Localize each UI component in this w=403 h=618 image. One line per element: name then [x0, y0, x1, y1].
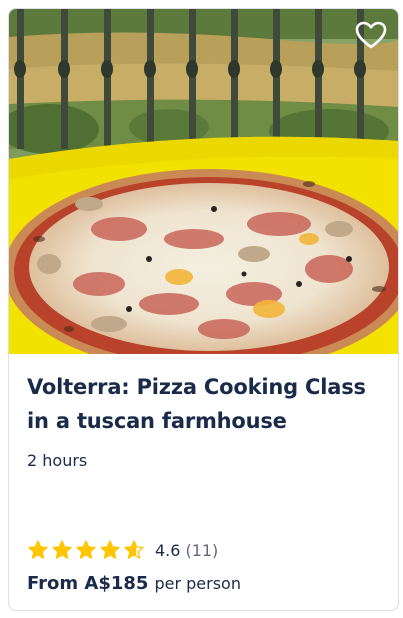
star-icon [124, 540, 144, 559]
star-icon [52, 540, 72, 559]
star-rating [27, 539, 147, 561]
activity-duration: 2 hours [27, 451, 88, 470]
activity-photo[interactable] [9, 9, 398, 354]
pizza-photo-illustration [9, 9, 398, 354]
rating-value: 4.6 [155, 540, 181, 560]
activity-title[interactable]: Volterra: Pizza Cooking Class in a tusca… [27, 370, 387, 438]
star-icon [100, 540, 120, 559]
wishlist-button[interactable] [354, 19, 388, 53]
price: From A$185 per person [27, 573, 241, 594]
heart-outline-icon [355, 21, 387, 49]
price-unit: per person [154, 574, 241, 593]
review-count: (11) [185, 540, 219, 560]
rating: 4.6 (11) [27, 539, 218, 561]
activity-card[interactable]: Volterra: Pizza Cooking Class in a tusca… [8, 8, 399, 611]
price-amount: From A$185 [27, 573, 149, 594]
star-icon [76, 540, 96, 559]
star-icon [28, 540, 48, 559]
